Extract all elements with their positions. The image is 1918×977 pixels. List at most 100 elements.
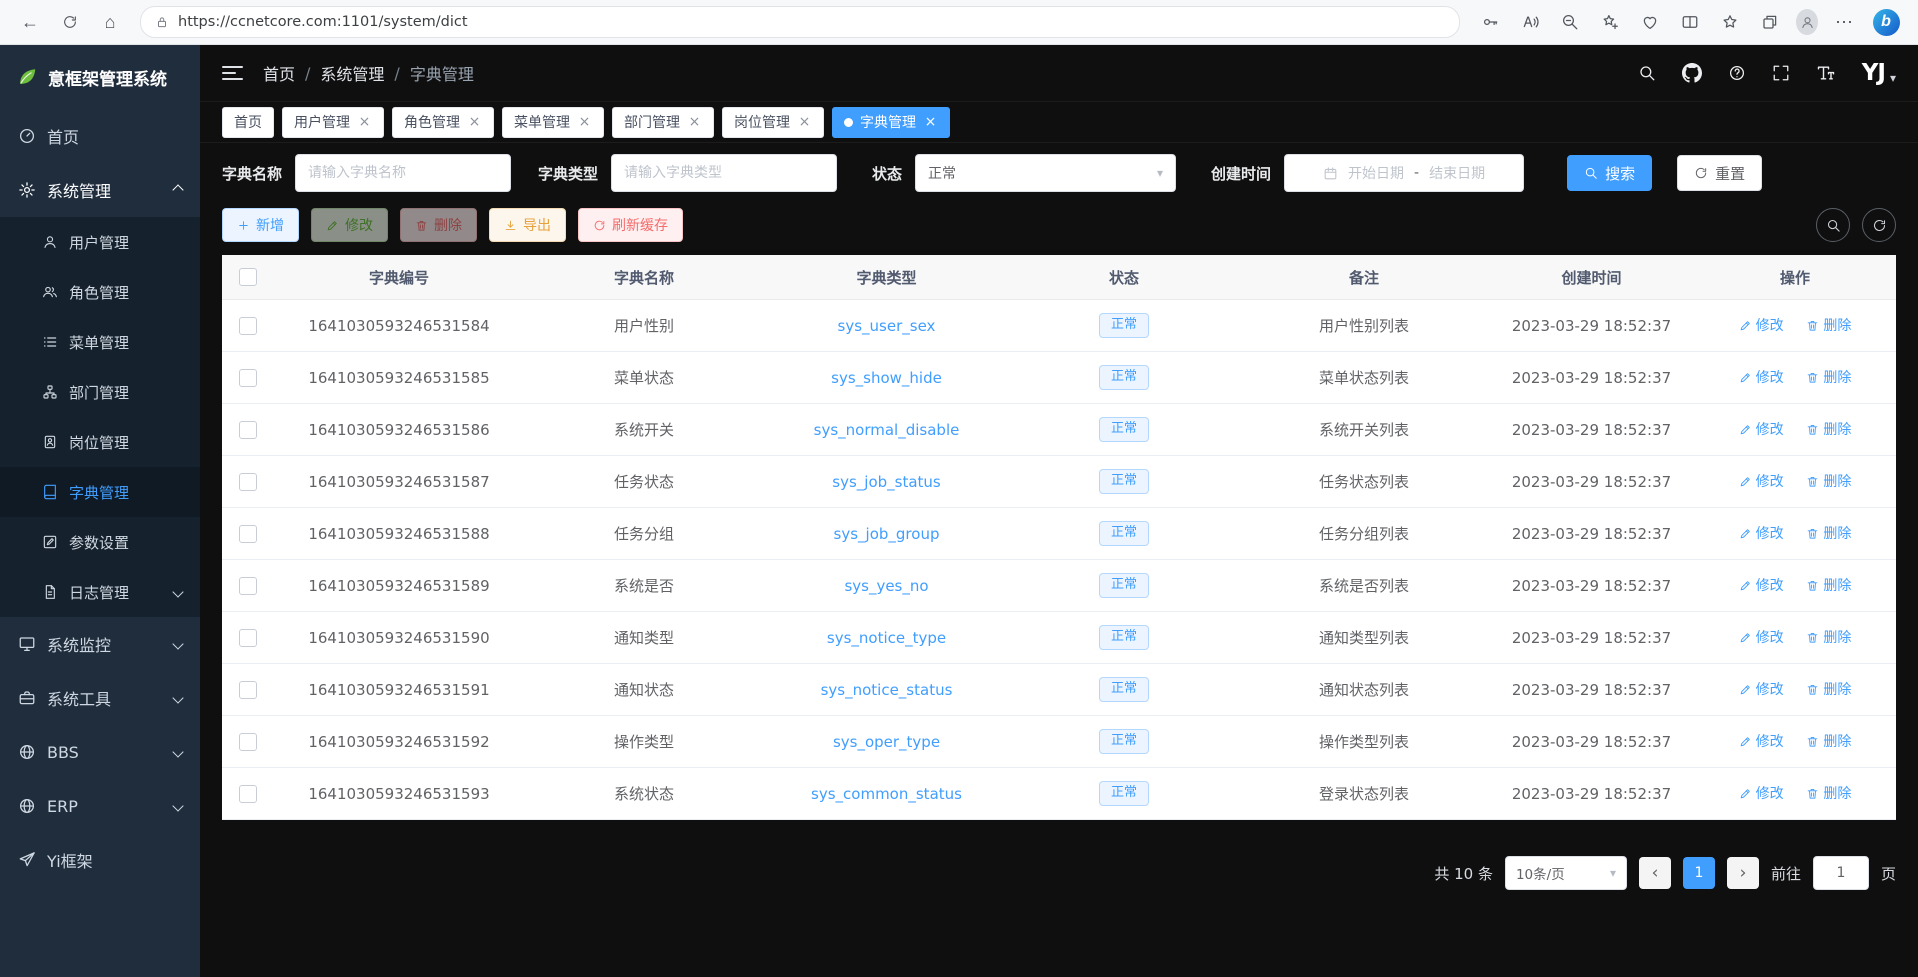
sidebar-item-system-tools[interactable]: 系统工具 [0,671,200,725]
close-icon[interactable]: × [687,115,702,130]
export-button[interactable]: 导出 [489,208,566,242]
row-delete-button[interactable]: 删除 [1806,315,1851,335]
reload-button[interactable] [50,5,90,39]
row-checkbox[interactable] [239,473,257,491]
favorites-icon[interactable] [1710,5,1750,39]
sidebar-item-post-mgmt[interactable]: 岗位管理 [0,417,200,467]
row-edit-button[interactable]: 修改 [1739,679,1784,699]
browser-menu-icon[interactable]: ⋯ [1824,5,1864,39]
sidebar-item-role-mgmt[interactable]: 角色管理 [0,267,200,317]
fullscreen-icon[interactable] [1772,64,1790,82]
row-checkbox[interactable] [239,317,257,335]
sidebar-item-bbs[interactable]: BBS [0,725,200,779]
browser-essentials-icon[interactable] [1630,5,1670,39]
row-delete-button[interactable]: 删除 [1806,367,1851,387]
tab-dept-mgmt[interactable]: 部门管理× [612,107,714,138]
row-edit-button[interactable]: 修改 [1739,783,1784,803]
user-avatar-menu[interactable]: YJ ▾ [1862,62,1896,85]
sidebar-item-dept-mgmt[interactable]: 部门管理 [0,367,200,417]
dict-type-link[interactable]: sys_oper_type [833,733,940,751]
row-delete-button[interactable]: 删除 [1806,783,1851,803]
row-edit-button[interactable]: 修改 [1739,471,1784,491]
back-button[interactable]: ← [10,5,50,39]
row-checkbox[interactable] [239,785,257,803]
row-edit-button[interactable]: 修改 [1739,367,1784,387]
sidebar-item-erp[interactable]: ERP [0,779,200,833]
reset-button[interactable]: 重置 [1677,155,1762,191]
github-icon[interactable] [1682,63,1702,83]
dict-type-link[interactable]: sys_job_group [834,525,940,543]
row-checkbox[interactable] [239,629,257,647]
dict-type-link[interactable]: sys_show_hide [831,369,942,387]
dict-type-input[interactable] [611,154,837,192]
tab-user-mgmt[interactable]: 用户管理× [282,107,384,138]
refresh-cache-button[interactable]: 刷新缓存 [578,208,683,242]
bing-chat-icon[interactable]: b [1864,5,1908,39]
goto-page-input[interactable] [1813,856,1869,890]
password-key-icon[interactable] [1470,5,1510,39]
profile-avatar[interactable] [1790,5,1824,39]
dict-type-link[interactable]: sys_job_status [832,473,940,491]
breadcrumb-home[interactable]: 首页 [263,61,295,85]
select-all-checkbox[interactable] [239,268,257,286]
close-icon[interactable]: × [923,115,938,130]
tab-post-mgmt[interactable]: 岗位管理× [722,107,824,138]
close-icon[interactable]: × [467,115,482,130]
row-checkbox[interactable] [239,733,257,751]
row-delete-button[interactable]: 删除 [1806,575,1851,595]
home-button[interactable]: ⌂ [90,5,130,39]
collections-icon[interactable] [1750,5,1790,39]
tab-home[interactable]: 首页 [222,107,274,138]
add-button[interactable]: 新增 [222,208,299,242]
sidebar-item-dict-mgmt[interactable]: 字典管理 [0,467,200,517]
sidebar-toggle-button[interactable] [222,62,243,84]
refresh-table-button[interactable] [1862,208,1896,242]
dict-type-link[interactable]: sys_common_status [811,785,962,803]
breadcrumb-system-mgmt[interactable]: 系统管理 [320,61,384,85]
dict-type-link[interactable]: sys_normal_disable [814,421,960,439]
row-delete-button[interactable]: 删除 [1806,731,1851,751]
close-icon[interactable]: × [577,115,592,130]
row-edit-button[interactable]: 修改 [1739,315,1784,335]
row-edit-button[interactable]: 修改 [1739,731,1784,751]
dict-type-link[interactable]: sys_yes_no [844,577,928,595]
page-1-button[interactable]: 1 [1683,857,1715,889]
date-range-picker[interactable]: 开始日期 - 结束日期 [1284,154,1524,192]
help-icon[interactable] [1728,64,1746,82]
split-screen-icon[interactable] [1670,5,1710,39]
status-select[interactable]: 正常 ▾ [915,154,1176,192]
sidebar-item-user-mgmt[interactable]: 用户管理 [0,217,200,267]
sidebar-item-menu-mgmt[interactable]: 菜单管理 [0,317,200,367]
sidebar-item-system-monitor[interactable]: 系统监控 [0,617,200,671]
sidebar-item-home[interactable]: 首页 [0,109,200,163]
dict-type-link[interactable]: sys_user_sex [838,317,936,335]
row-delete-button[interactable]: 删除 [1806,679,1851,699]
next-page-button[interactable]: › [1727,857,1759,889]
row-delete-button[interactable]: 删除 [1806,627,1851,647]
add-favorite-icon[interactable] [1590,5,1630,39]
sidebar-item-system-mgmt[interactable]: 系统管理 [0,163,200,217]
prev-page-button[interactable]: ‹ [1639,857,1671,889]
address-bar[interactable]: https://ccnetcore.com:1101/system/dict [140,6,1460,38]
row-checkbox[interactable] [239,421,257,439]
edit-button[interactable]: 修改 [311,208,388,242]
row-checkbox[interactable] [239,525,257,543]
dict-name-input[interactable] [295,154,511,192]
row-edit-button[interactable]: 修改 [1739,627,1784,647]
sidebar-item-log-mgmt[interactable]: 日志管理 [0,567,200,617]
row-checkbox[interactable] [239,369,257,387]
tab-menu-mgmt[interactable]: 菜单管理× [502,107,604,138]
close-icon[interactable]: × [357,115,372,130]
row-checkbox[interactable] [239,577,257,595]
zoom-out-icon[interactable] [1550,5,1590,39]
search-button[interactable]: 搜索 [1567,155,1652,191]
row-delete-button[interactable]: 删除 [1806,471,1851,491]
row-edit-button[interactable]: 修改 [1739,523,1784,543]
dict-type-link[interactable]: sys_notice_status [821,681,953,699]
show-search-toggle-button[interactable] [1816,208,1850,242]
header-search-icon[interactable] [1638,64,1656,82]
sidebar-item-param-settings[interactable]: 参数设置 [0,517,200,567]
page-size-select[interactable]: 10条/页 ▾ [1505,856,1627,890]
sidebar-item-yi-framework[interactable]: Yi框架 [0,833,200,887]
row-delete-button[interactable]: 删除 [1806,419,1851,439]
